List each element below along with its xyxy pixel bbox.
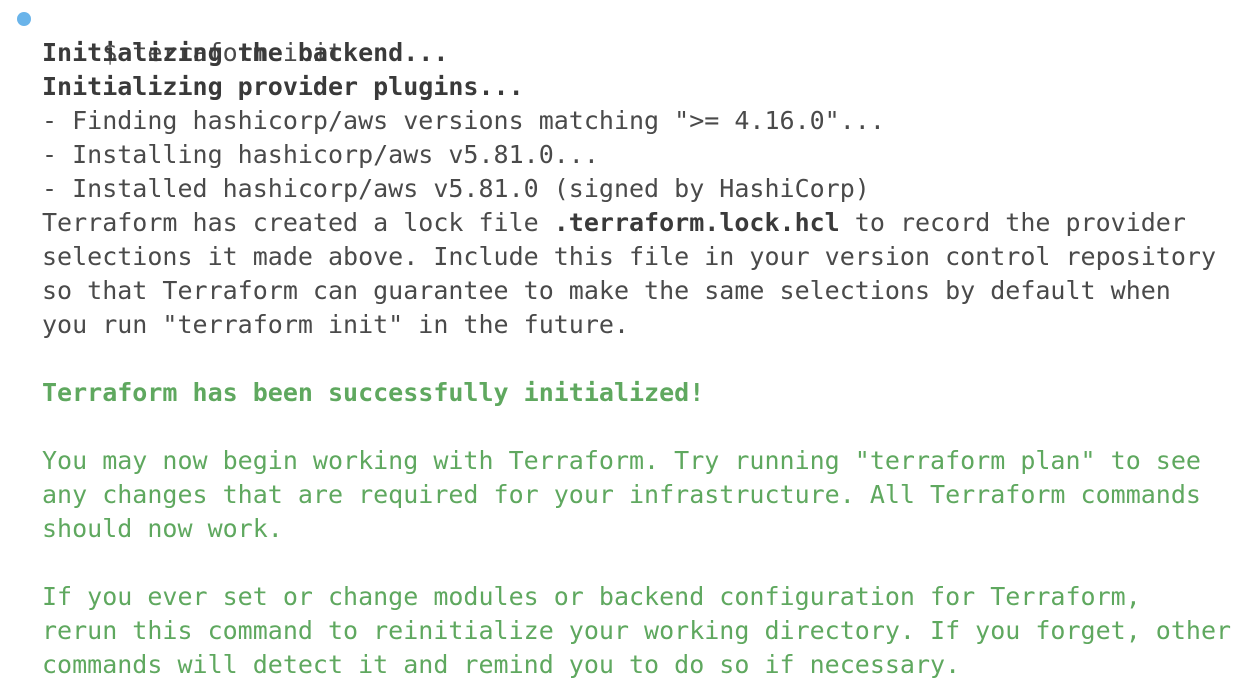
lock-file-name: .terraform.lock.hcl bbox=[553, 208, 840, 237]
if-ever-line-3: commands will detect it and remind you t… bbox=[42, 650, 961, 679]
lock-line-3: so that Terraform can guarantee to make … bbox=[42, 276, 1171, 305]
finding-line: - Finding hashicorp/aws versions matchin… bbox=[42, 106, 885, 135]
may-now-line-1: You may now begin working with Terraform… bbox=[42, 446, 1201, 475]
installing-line: - Installing hashicorp/aws v5.81.0... bbox=[42, 140, 599, 169]
prompt-status-dot-icon bbox=[17, 12, 31, 26]
lock-line-4: you run "terraform init" in the future. bbox=[42, 310, 629, 339]
init-provider-line: Initializing provider plugins... bbox=[42, 72, 524, 101]
if-ever-line-2: rerun this command to reinitialize your … bbox=[42, 616, 1232, 645]
lock-line-prefix: Terraform has created a lock file bbox=[42, 208, 554, 237]
may-now-line-2: any changes that are required for your i… bbox=[42, 480, 1201, 509]
if-ever-line-1: If you ever set or change modules or bac… bbox=[42, 582, 1141, 611]
command-line: $ terraform init bbox=[0, 2, 1245, 67]
lock-line-1: Terraform has created a lock file .terra… bbox=[0, 206, 1245, 240]
init-backend-line: Initializing the backend... bbox=[42, 38, 449, 67]
lock-line-2: selections it made above. Include this f… bbox=[42, 242, 1216, 271]
success-line: Terraform has been successfully initiali… bbox=[42, 378, 705, 407]
may-now-line-3: should now work. bbox=[42, 514, 283, 543]
terminal-output: $ terraform init Initializing the backen… bbox=[0, 0, 1245, 685]
lock-line-suffix: to record the provider bbox=[839, 208, 1186, 237]
installed-line: - Installed hashicorp/aws v5.81.0 (signe… bbox=[42, 174, 870, 203]
